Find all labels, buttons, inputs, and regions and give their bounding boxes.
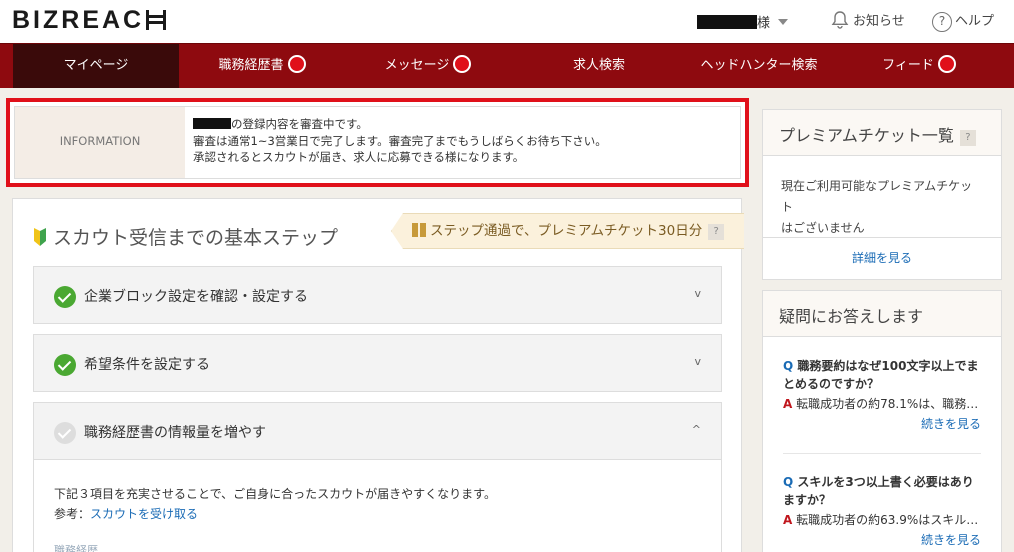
gift-icon (412, 223, 426, 237)
faq-question-text: 職務要約はなぜ100文字以上でまとめるのですか？ (783, 359, 979, 391)
notifications-link[interactable]: お知らせ (830, 10, 905, 30)
information-panel: INFORMATION の登録内容を審査中です。 審査は通常1~3営業日で完了し… (6, 98, 749, 187)
redacted-name (193, 118, 231, 129)
q-mark: Q (783, 475, 794, 489)
faq-item: Q スキルを3つ以上書く必要はありますか？ A 転職成功者の約63.9%はスキル… (783, 473, 981, 549)
bell-icon (831, 11, 849, 29)
ref-prefix: 参考： (54, 507, 91, 521)
check-icon (54, 354, 76, 376)
premium-detail-link[interactable]: 詳細を見る (763, 238, 1001, 266)
premium-ticket-panel: プレミアムチケット一覧? 現在ご利用可能なプレミアムチケット はございません 詳… (762, 109, 1002, 280)
information-text: の登録内容を審査中です。 審査は通常1~3営業日で完了します。審査完了までもうし… (193, 116, 607, 166)
faq-answer: A 転職成功者の約63.9%はスキル… (783, 511, 981, 529)
user-menu[interactable]: 様 (697, 12, 789, 31)
nav-job-search[interactable]: 求人検索 (516, 44, 682, 88)
help-icon: ? (932, 12, 952, 32)
chevron-down-icon: v (694, 355, 701, 368)
ticket-banner-text: ステップ通過で、プレミアムチケット30日分 (430, 223, 703, 239)
new-badge-icon (287, 55, 306, 73)
help-icon[interactable]: ? (959, 130, 976, 146)
help-link[interactable]: ? ヘルプ (932, 10, 994, 32)
help-icon[interactable]: ? (708, 224, 725, 240)
caret-down-icon (778, 19, 789, 25)
q-mark: Q (783, 359, 794, 373)
notifications-label: お知らせ (853, 14, 905, 29)
receive-scout-link[interactable]: スカウトを受け取る (90, 507, 198, 521)
a-mark: A (783, 397, 793, 411)
new-badge-icon (937, 55, 956, 73)
chevron-down-icon: v (694, 287, 701, 300)
nav-headhunter-search[interactable]: ヘッドハンター検索 (676, 44, 842, 88)
check-icon-pending (54, 422, 76, 444)
premium-ticket-title: プレミアムチケット一覧 (779, 126, 954, 145)
read-more-link[interactable]: 続きを見る (783, 415, 981, 433)
check-icon (54, 286, 76, 308)
beginner-leaf-icon (34, 228, 46, 246)
redacted-username (697, 15, 757, 29)
nav-feed[interactable]: フィード (836, 44, 1002, 88)
step-label: 企業ブロック設定を確認・設定する (84, 289, 308, 305)
nav-resume[interactable]: 職務経歴書 (179, 44, 345, 88)
resume-item-cut: 職務経歴 (54, 544, 98, 552)
step-body-desc: 下記３項目を充実させることで、ご自身に合ったスカウトが届きやすくなります。 (54, 487, 496, 501)
faq-question[interactable]: Q スキルを3つ以上書く必要はありますか？ (783, 473, 981, 509)
logo-text: BIZREAC (12, 6, 145, 34)
nav-label: 職務経歴書 (218, 58, 284, 73)
scout-steps-panel: スカウト受信までの基本ステップ ステップ通過で、プレミアムチケット30日分? 企… (12, 198, 744, 552)
logo-h-mark (146, 10, 167, 30)
step-label: 職務経歴書の情報量を増やす (84, 425, 266, 441)
step-desired-conditions[interactable]: 希望条件を設定する v (33, 334, 722, 392)
premium-ticket-body: 現在ご利用可能なプレミアムチケット はございません (763, 156, 1001, 238)
read-more-link[interactable]: 続きを見る (783, 531, 981, 549)
premium-line2: はございません (781, 221, 865, 235)
top-bar: BIZREAC 様 お知らせ ? ヘルプ (0, 0, 1014, 43)
faq-header: 疑問にお答えします (763, 291, 1001, 337)
ticket-banner: ステップ通過で、プレミアムチケット30日分? (391, 213, 744, 249)
nav-label: メッセージ (384, 58, 450, 73)
nav-mypage[interactable]: マイページ (13, 44, 179, 88)
steps-title: スカウト受信までの基本ステップ (33, 223, 338, 250)
nav-messages[interactable]: メッセージ (345, 44, 511, 88)
faq-divider (783, 453, 981, 454)
premium-line1: 現在ご利用可能なプレミアムチケット (781, 179, 973, 214)
step-company-block[interactable]: 企業ブロック設定を確認・設定する v (33, 266, 722, 324)
faq-panel: 疑問にお答えします Q 職務要約はなぜ100文字以上でまとめるのですか？ A 転… (762, 290, 1002, 552)
chevron-up-icon: ^ (691, 423, 701, 436)
new-badge-icon (453, 55, 472, 73)
faq-answer-text: 転職成功者の約63.9%はスキル… (796, 513, 979, 527)
info-line2: 審査は通常1~3営業日で完了します。審査完了までもうしばらくお待ち下さい。 (193, 133, 607, 148)
information-label: INFORMATION (15, 107, 185, 178)
user-suffix: 様 (757, 16, 771, 31)
nav-label: フィード (882, 58, 934, 73)
help-label: ヘルプ (955, 14, 995, 29)
step-resume-body: 下記３項目を充実させることで、ご自身に合ったスカウトが届きやすくなります。 参考… (33, 460, 722, 552)
info-line3: 承認されるとスカウトが届き、求人に応募できる様になります。 (193, 150, 525, 164)
step-body-text: 下記３項目を充実させることで、ご自身に合ったスカウトが届きやすくなります。 参考… (54, 484, 496, 524)
a-mark: A (783, 513, 793, 527)
steps-title-text: スカウト受信までの基本ステップ (53, 227, 339, 249)
faq-question-text: スキルを3つ以上書く必要はありますか？ (783, 475, 974, 507)
nav-label: 求人検索 (572, 58, 625, 73)
nav-label: ヘッドハンター検索 (700, 58, 818, 73)
faq-title: 疑問にお答えします (779, 307, 924, 326)
faq-item: Q 職務要約はなぜ100文字以上でまとめるのですか？ A 転職成功者の約78.1… (783, 357, 981, 433)
premium-ticket-header: プレミアムチケット一覧? (763, 110, 1001, 156)
main-nav: マイページ 職務経歴書 メッセージ 求人検索 ヘッドハンター検索 フィード (0, 43, 1014, 88)
step-label: 希望条件を設定する (84, 357, 210, 373)
faq-question[interactable]: Q 職務要約はなぜ100文字以上でまとめるのですか？ (783, 357, 981, 393)
bizreach-logo[interactable]: BIZREAC (12, 6, 167, 35)
faq-answer-text: 転職成功者の約78.1%は、職務… (796, 397, 979, 411)
step-resume-info[interactable]: 職務経歴書の情報量を増やす ^ (33, 402, 722, 460)
nav-label: マイページ (63, 58, 129, 73)
info-line1: の登録内容を審査中です。 (231, 117, 368, 131)
information-box: INFORMATION の登録内容を審査中です。 審査は通常1~3営業日で完了し… (14, 106, 741, 179)
faq-answer: A 転職成功者の約78.1%は、職務… (783, 395, 981, 413)
